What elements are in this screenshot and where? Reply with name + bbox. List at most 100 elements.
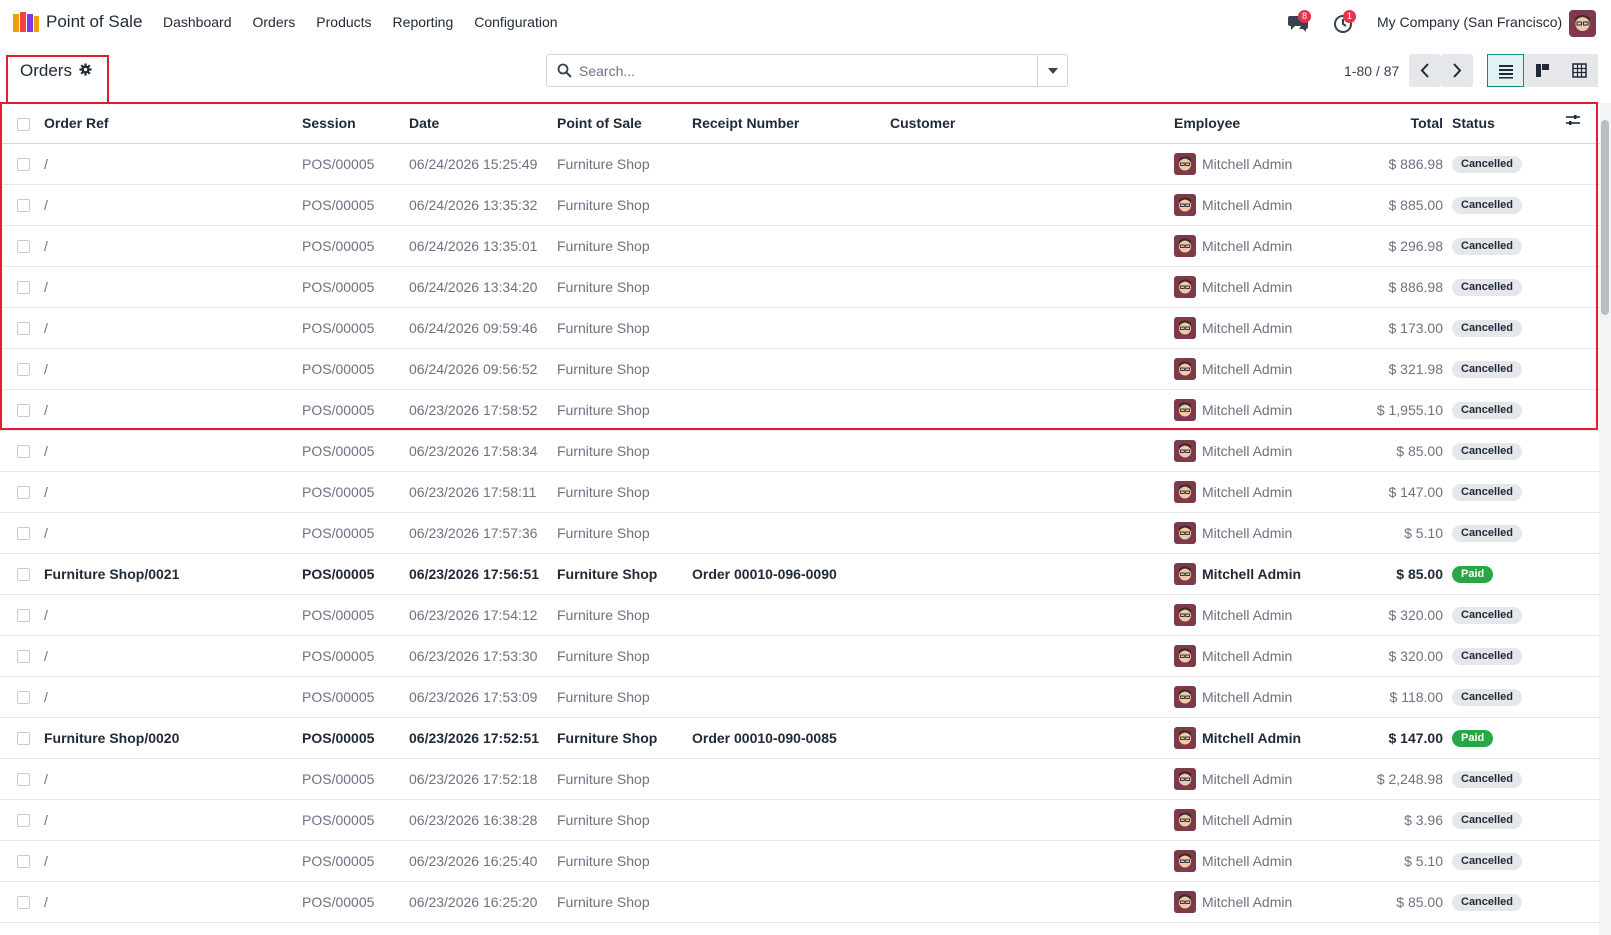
table-row[interactable]: / POS/00005 06/23/2026 17:53:30 Furniture S… [0,635,1600,677]
row-checkbox[interactable] [17,855,30,869]
search-bar [546,54,1068,87]
menu-item-products[interactable]: Products [316,14,371,30]
employee-widget[interactable]: Mitchell Admin [1174,152,1348,175]
column-header-total[interactable]: Total [1348,103,1452,144]
row-checkbox[interactable] [17,322,30,336]
row-checkbox[interactable] [17,773,30,787]
column-header-receipt-number[interactable]: Receipt Number [692,103,890,144]
search-options-toggle[interactable] [1037,55,1067,86]
table-row[interactable]: / POS/00005 06/23/2026 17:58:11 Furniture S… [0,471,1600,513]
total-cell: $ 321.98 [1348,348,1452,390]
point-of-sale-cell: Furniture Shop [557,307,692,349]
employee-widget[interactable]: Mitchell Admin [1174,521,1348,544]
employee-widget[interactable]: Mitchell Admin [1174,562,1348,585]
table-row[interactable]: / POS/00005 06/23/2026 16:38:28 Furniture S… [0,799,1600,841]
row-checkbox[interactable] [17,609,30,623]
table-row[interactable]: Furniture Shop/0021 POS/00005 06/23/2026 1… [0,553,1600,595]
row-checkbox[interactable] [17,240,30,254]
column-header-date[interactable]: Date [409,103,557,144]
table-row[interactable]: / POS/00005 06/24/2026 15:25:49 Furniture S… [0,143,1600,185]
employee-widget[interactable]: Mitchell Admin [1174,603,1348,626]
menu-item-dashboard[interactable]: Dashboard [163,14,232,30]
session-cell: POS/00005 [302,471,409,513]
row-checkbox[interactable] [17,896,30,910]
employee-widget[interactable]: Mitchell Admin [1174,808,1348,831]
table-row[interactable]: / POS/00005 06/23/2026 17:52:18 Furniture S… [0,758,1600,800]
employee-widget[interactable]: Mitchell Admin [1174,767,1348,790]
employee-avatar [1174,234,1196,257]
employee-widget[interactable]: Mitchell Admin [1174,726,1348,749]
company-switcher[interactable]: My Company (San Francisco) [1377,14,1562,30]
scrollbar-thumb[interactable] [1601,120,1609,315]
column-header-point-of-sale[interactable]: Point of Sale [557,103,692,144]
table-row[interactable]: / POS/00005 06/23/2026 16:25:20 Furniture S… [0,881,1600,923]
app-logo-icon[interactable] [12,11,40,33]
employee-cell: Mitchell Admin [1174,307,1348,349]
status-badge: Cancelled [1452,771,1522,788]
caret-down-icon [1048,68,1058,74]
row-checkbox[interactable] [17,527,30,541]
row-checkbox[interactable] [17,568,30,582]
employee-widget[interactable]: Mitchell Admin [1174,685,1348,708]
search-input[interactable] [579,61,1019,81]
row-checkbox[interactable] [17,445,30,459]
table-row[interactable]: / POS/00005 06/23/2026 17:54:12 Furniture S… [0,594,1600,636]
employee-widget[interactable]: Mitchell Admin [1174,234,1348,257]
menu-item-reporting[interactable]: Reporting [393,14,454,30]
table-row[interactable]: / POS/00005 06/23/2026 17:53:09 Furniture S… [0,676,1600,718]
table-row[interactable]: / POS/00005 06/23/2026 17:58:34 Furniture S… [0,430,1600,472]
table-row[interactable]: / POS/00005 06/24/2026 13:35:01 Furniture S… [0,225,1600,267]
employee-widget[interactable]: Mitchell Admin [1174,890,1348,913]
pager-next-button[interactable] [1441,54,1473,87]
column-header-employee[interactable]: Employee [1174,103,1348,144]
row-checkbox[interactable] [17,281,30,295]
row-checkbox[interactable] [17,404,30,418]
column-header-order-ref[interactable]: Order Ref [44,103,302,144]
app-name[interactable]: Point of Sale [46,12,142,32]
table-row[interactable]: / POS/00005 06/24/2026 09:56:52 Furniture S… [0,348,1600,390]
status-cell: Cancelled [1452,881,1600,923]
row-checkbox[interactable] [17,199,30,213]
column-settings-icon[interactable] [1566,113,1580,127]
list-view-button[interactable] [1487,54,1524,87]
select-all-checkbox[interactable] [17,117,30,131]
employee-widget[interactable]: Mitchell Admin [1174,275,1348,298]
employee-widget[interactable]: Mitchell Admin [1174,193,1348,216]
row-checkbox[interactable] [17,650,30,664]
employee-widget[interactable]: Mitchell Admin [1174,316,1348,339]
table-row[interactable]: Furniture Shop/0020 POS/00005 06/23/2026 1… [0,717,1600,759]
column-header-customer[interactable]: Customer [890,103,1174,144]
gear-icon[interactable] [79,63,92,76]
order-ref-cell: / [44,594,302,636]
pager-previous-button[interactable] [1409,54,1441,87]
employee-widget[interactable]: Mitchell Admin [1174,439,1348,462]
table-row[interactable]: / POS/00005 06/23/2026 16:25:40 Furniture S… [0,840,1600,882]
employee-widget[interactable]: Mitchell Admin [1174,480,1348,503]
row-checkbox[interactable] [17,691,30,705]
table-row[interactable]: / POS/00005 06/23/2026 17:57:36 Furniture S… [0,512,1600,554]
menu-item-configuration[interactable]: Configuration [474,14,557,30]
table-row[interactable]: / POS/00005 06/24/2026 13:34:20 Furniture S… [0,266,1600,308]
status-cell: Cancelled [1452,512,1600,554]
employee-widget[interactable]: Mitchell Admin [1174,644,1348,667]
table-row[interactable]: / POS/00005 06/24/2026 13:35:32 Furniture S… [0,184,1600,226]
user-avatar[interactable] [1569,10,1596,37]
row-checkbox[interactable] [17,158,30,172]
pager-value[interactable]: 1-80 / 87 [1344,63,1399,79]
row-checkbox[interactable] [17,363,30,377]
menu-item-orders[interactable]: Orders [253,14,296,30]
session-cell: POS/00005 [302,512,409,554]
table-row[interactable]: / POS/00005 06/23/2026 17:58:52 Furniture S… [0,389,1600,431]
employee-widget[interactable]: Mitchell Admin [1174,849,1348,872]
row-checkbox[interactable] [17,814,30,828]
row-checkbox[interactable] [17,486,30,500]
employee-widget[interactable]: Mitchell Admin [1174,357,1348,380]
row-checkbox[interactable] [17,732,30,746]
pivot-view-button[interactable] [1561,54,1598,87]
kanban-view-button[interactable] [1524,54,1561,87]
table-row[interactable]: / POS/00005 06/24/2026 09:59:46 Furniture S… [0,307,1600,349]
employee-widget[interactable]: Mitchell Admin [1174,398,1348,421]
receipt-number-cell [692,594,890,636]
column-header-session[interactable]: Session [302,103,409,144]
receipt-number-cell [692,225,890,267]
